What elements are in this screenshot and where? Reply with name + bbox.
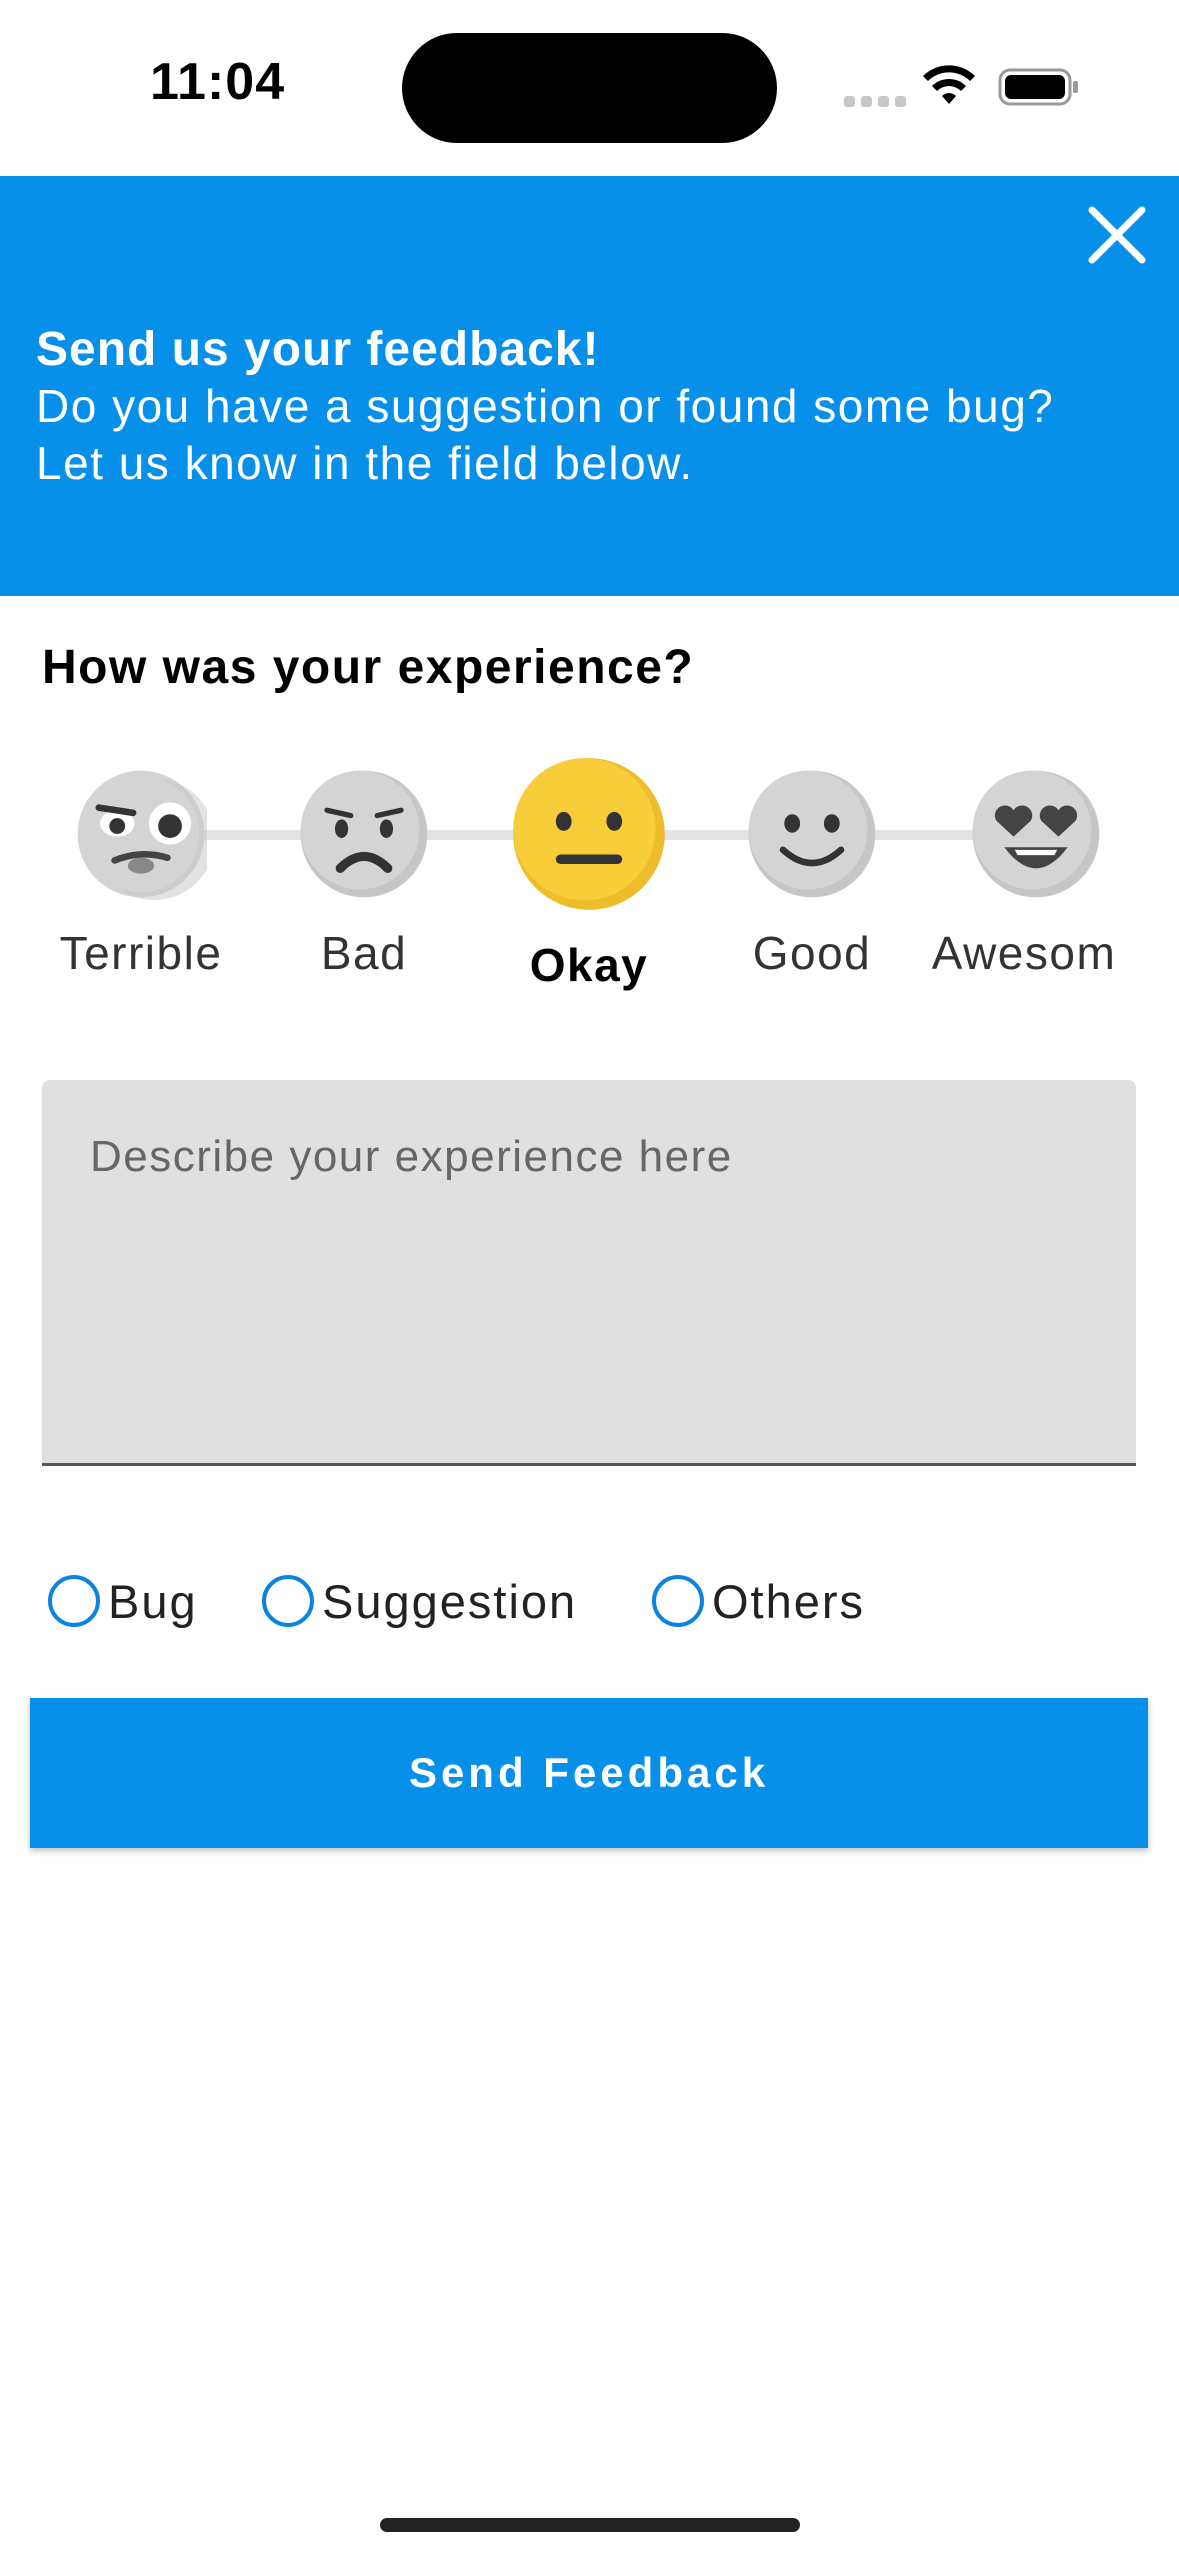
good-face-icon [748, 770, 876, 898]
rating-label-terrible: Terrible [59, 927, 223, 979]
awesome-face-icon [972, 770, 1100, 898]
home-indicator[interactable] [380, 2518, 800, 2532]
feedback-textarea[interactable]: Describe your experience here [42, 1080, 1136, 1466]
header-description: Do you have a suggestion or found some b… [36, 378, 1136, 492]
radio-circle[interactable] [262, 1575, 314, 1627]
radio-circle[interactable] [48, 1575, 100, 1627]
bad-face-icon [300, 770, 428, 898]
radio-option-bug[interactable]: Bug [48, 1570, 198, 1632]
rating-label-good: Good [752, 927, 872, 979]
rating-label-awesome: Awesom [931, 927, 1117, 979]
rating-good[interactable] [746, 768, 878, 900]
feedback-header: Send us your feedback! Do you have a sug… [0, 176, 1179, 596]
radio-label: Others [712, 1574, 866, 1628]
header-title: Send us your feedback! [36, 323, 600, 376]
rating-label-bad: Bad [320, 927, 408, 979]
cellular-signal-icon [844, 96, 906, 107]
feedback-placeholder: Describe your experience here [90, 1132, 733, 1181]
status-time: 11:04 [150, 53, 286, 111]
question-heading: How was your experience? [42, 641, 695, 694]
close-icon[interactable] [1086, 204, 1148, 266]
status-bar: 11:04 [0, 0, 1179, 176]
header-line-1: Do you have a suggestion or found some b… [36, 380, 1055, 432]
rating-terrible[interactable] [75, 768, 207, 900]
battery-icon [998, 68, 1078, 106]
terrible-face-icon [77, 770, 207, 900]
wifi-icon [923, 65, 975, 104]
radio-option-suggestion[interactable]: Suggestion [262, 1570, 577, 1632]
radio-circle[interactable] [652, 1575, 704, 1627]
header-line-2: Let us know in the field below. [36, 437, 694, 489]
rating-okay[interactable] [510, 755, 668, 913]
send-feedback-button[interactable]: Send Feedback [30, 1698, 1148, 1848]
rating-awesome[interactable] [970, 768, 1102, 900]
radio-label: Suggestion [322, 1574, 578, 1628]
radio-label: Bug [108, 1574, 198, 1628]
dynamic-island [402, 33, 777, 143]
okay-face-icon [513, 758, 665, 910]
send-feedback-label: Send Feedback [408, 1749, 770, 1796]
rating-bad[interactable] [298, 768, 430, 900]
radio-option-others[interactable]: Others [652, 1570, 865, 1632]
rating-label-okay: Okay [529, 939, 649, 991]
